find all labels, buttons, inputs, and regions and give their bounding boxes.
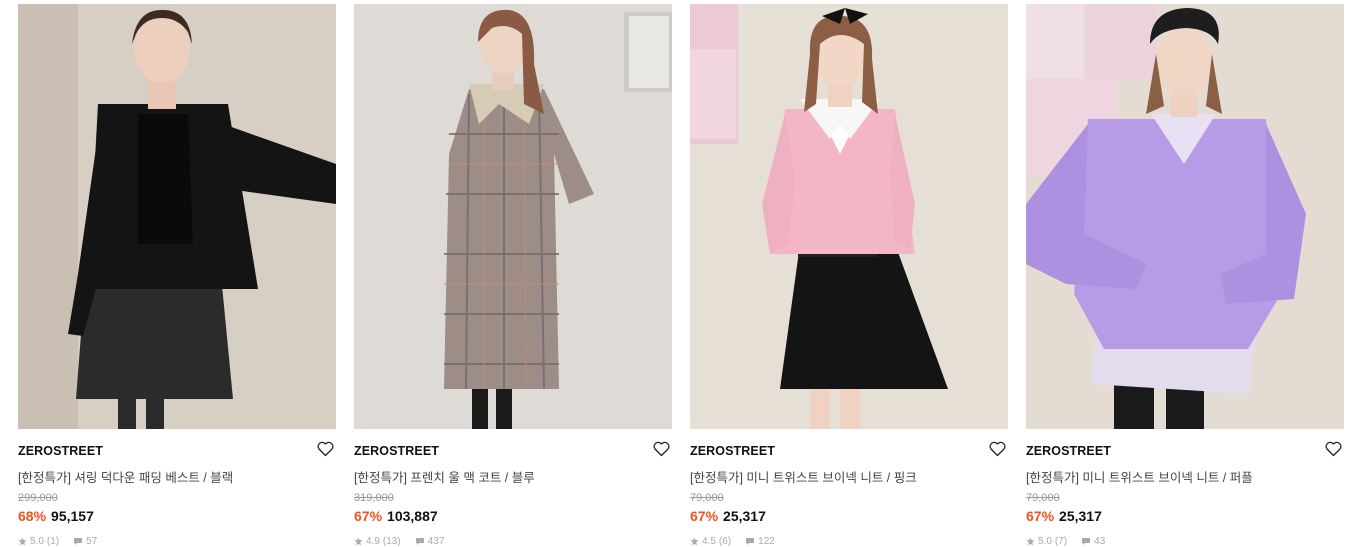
price-row: 67% 25,317 <box>690 508 766 524</box>
sale-price: 25,317 <box>1059 508 1102 524</box>
original-price: 79,000 <box>690 492 724 504</box>
rating-value: 4.9 <box>366 536 380 547</box>
product-image[interactable] <box>354 4 672 429</box>
review-count: (7) <box>1054 536 1068 547</box>
heart-icon[interactable] <box>1325 441 1342 457</box>
product-grid: ZEROSTREET [한정특가] 셔링 덕다운 패딩 베스트 / 블랙 299… <box>18 4 1344 547</box>
price-row: 67% 25,317 <box>1026 508 1102 524</box>
product-brand[interactable]: ZEROSTREET <box>354 444 439 458</box>
product-card[interactable]: ZEROSTREET [한정특가] 프렌치 울 맥 코트 / 블루 319,00… <box>354 4 672 547</box>
original-price: 299,000 <box>18 492 58 504</box>
product-image[interactable] <box>690 4 1008 429</box>
review-count: (13) <box>382 536 401 547</box>
comment-count: 122 <box>758 536 775 547</box>
product-brand[interactable]: ZEROSTREET <box>18 444 103 458</box>
product-name[interactable]: [한정특가] 미니 트위스트 브이넥 니트 / 퍼플 <box>1026 467 1326 486</box>
product-image[interactable] <box>1026 4 1344 429</box>
heart-icon[interactable] <box>653 441 670 457</box>
discount-rate: 67% <box>690 508 719 524</box>
rating-value: 5.0 <box>1038 536 1052 547</box>
sale-price: 95,157 <box>51 508 94 524</box>
review-meta: 4.9 (13) 437 <box>354 536 444 547</box>
comment-count: 437 <box>427 536 445 547</box>
product-brand[interactable]: ZEROSTREET <box>690 444 775 458</box>
comment-count: 57 <box>86 536 98 547</box>
product-name[interactable]: [한정특가] 셔링 덕다운 패딩 베스트 / 블랙 <box>18 467 318 486</box>
review-count: (1) <box>46 536 60 547</box>
original-price: 319,000 <box>354 492 394 504</box>
heart-icon[interactable] <box>989 441 1006 457</box>
discount-rate: 67% <box>1026 508 1055 524</box>
price-row: 68% 95,157 <box>18 508 94 524</box>
discount-rate: 67% <box>354 508 383 524</box>
heart-icon[interactable] <box>317 441 334 457</box>
original-price: 79,000 <box>1026 492 1060 504</box>
product-name[interactable]: [한정특가] 미니 트위스트 브이넥 니트 / 핑크 <box>690 467 990 486</box>
product-card[interactable]: ZEROSTREET [한정특가] 셔링 덕다운 패딩 베스트 / 블랙 299… <box>18 4 336 547</box>
product-brand[interactable]: ZEROSTREET <box>1026 444 1111 458</box>
product-name[interactable]: [한정특가] 프렌치 울 맥 코트 / 블루 <box>354 467 654 486</box>
rating-value: 4.5 <box>702 536 716 547</box>
review-meta: 5.0 (1) 57 <box>18 536 97 547</box>
review-count: (6) <box>718 536 732 547</box>
sale-price: 25,317 <box>723 508 766 524</box>
product-image[interactable] <box>18 4 336 429</box>
product-card[interactable]: ZEROSTREET [한정특가] 미니 트위스트 브이넥 니트 / 퍼플 79… <box>1026 4 1344 547</box>
review-meta: 4.5 (6) 122 <box>690 536 775 547</box>
comment-count: 43 <box>1094 536 1106 547</box>
sale-price: 103,887 <box>387 508 438 524</box>
review-meta: 5.0 (7) 43 <box>1026 536 1105 547</box>
rating-value: 5.0 <box>30 536 44 547</box>
discount-rate: 68% <box>18 508 47 524</box>
price-row: 67% 103,887 <box>354 508 438 524</box>
product-card[interactable]: ZEROSTREET [한정특가] 미니 트위스트 브이넥 니트 / 핑크 79… <box>690 4 1008 547</box>
